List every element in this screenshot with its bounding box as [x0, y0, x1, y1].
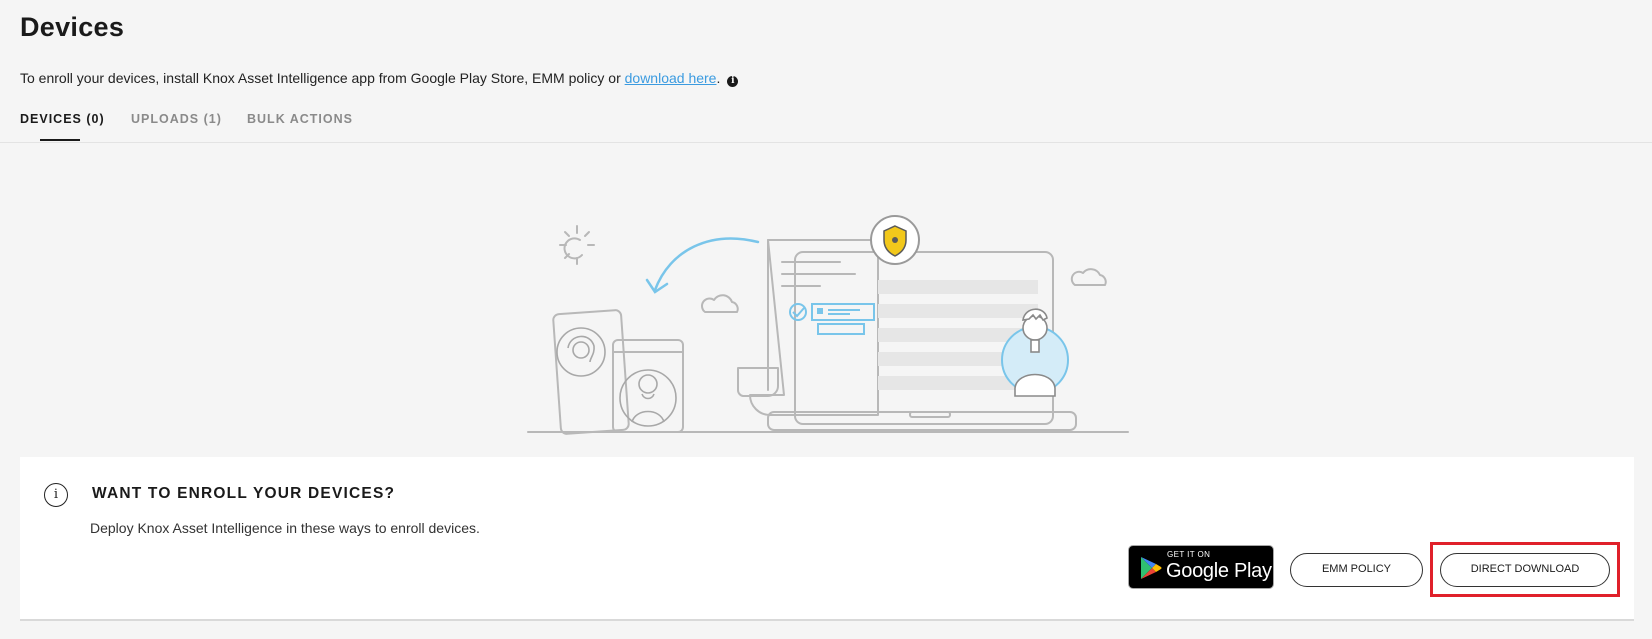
card-description: Deploy Knox Asset Intelligence in these …	[90, 520, 480, 536]
direct-download-button[interactable]: DIRECT DOWNLOAD	[1440, 553, 1610, 587]
card-title: WANT TO ENROLL YOUR DEVICES?	[92, 485, 396, 502]
tab-bulk-actions[interactable]: BULK ACTIONS	[247, 112, 353, 126]
emm-policy-button[interactable]: EMM POLICY	[1290, 553, 1423, 587]
info-circle-icon: i	[44, 483, 68, 507]
sun-icon	[559, 225, 595, 265]
page-title: Devices	[20, 12, 125, 42]
enroll-instructions: To enroll your devices, install Knox Ass…	[20, 70, 739, 87]
tab-bar: DEVICES (0) UPLOADS (1) BULK ACTIONS	[0, 104, 1652, 143]
intro-suffix: .	[716, 70, 721, 86]
cloud-icon	[701, 294, 739, 313]
cloud-icon-right	[1070, 268, 1107, 286]
intro-text: To enroll your devices, install Knox Ass…	[20, 70, 625, 86]
tab-devices[interactable]: DEVICES (0)	[20, 112, 105, 126]
google-play-badge-button[interactable]: GET IT ON Google Play	[1128, 545, 1274, 589]
page: Devices To enroll your devices, install …	[0, 0, 1652, 639]
google-play-small-text: GET IT ON	[1167, 550, 1211, 559]
enroll-devices-card: i WANT TO ENROLL YOUR DEVICES? Deploy Kn…	[20, 457, 1634, 621]
tab-uploads[interactable]: UPLOADS (1)	[131, 112, 222, 126]
active-tab-indicator	[40, 139, 80, 141]
enrollment-illustration	[527, 215, 1129, 435]
google-play-big-text: Google Play	[1166, 560, 1272, 582]
download-here-link[interactable]: download here	[625, 70, 717, 86]
google-play-icon	[1141, 557, 1162, 579]
info-icon[interactable]: i	[727, 76, 739, 87]
